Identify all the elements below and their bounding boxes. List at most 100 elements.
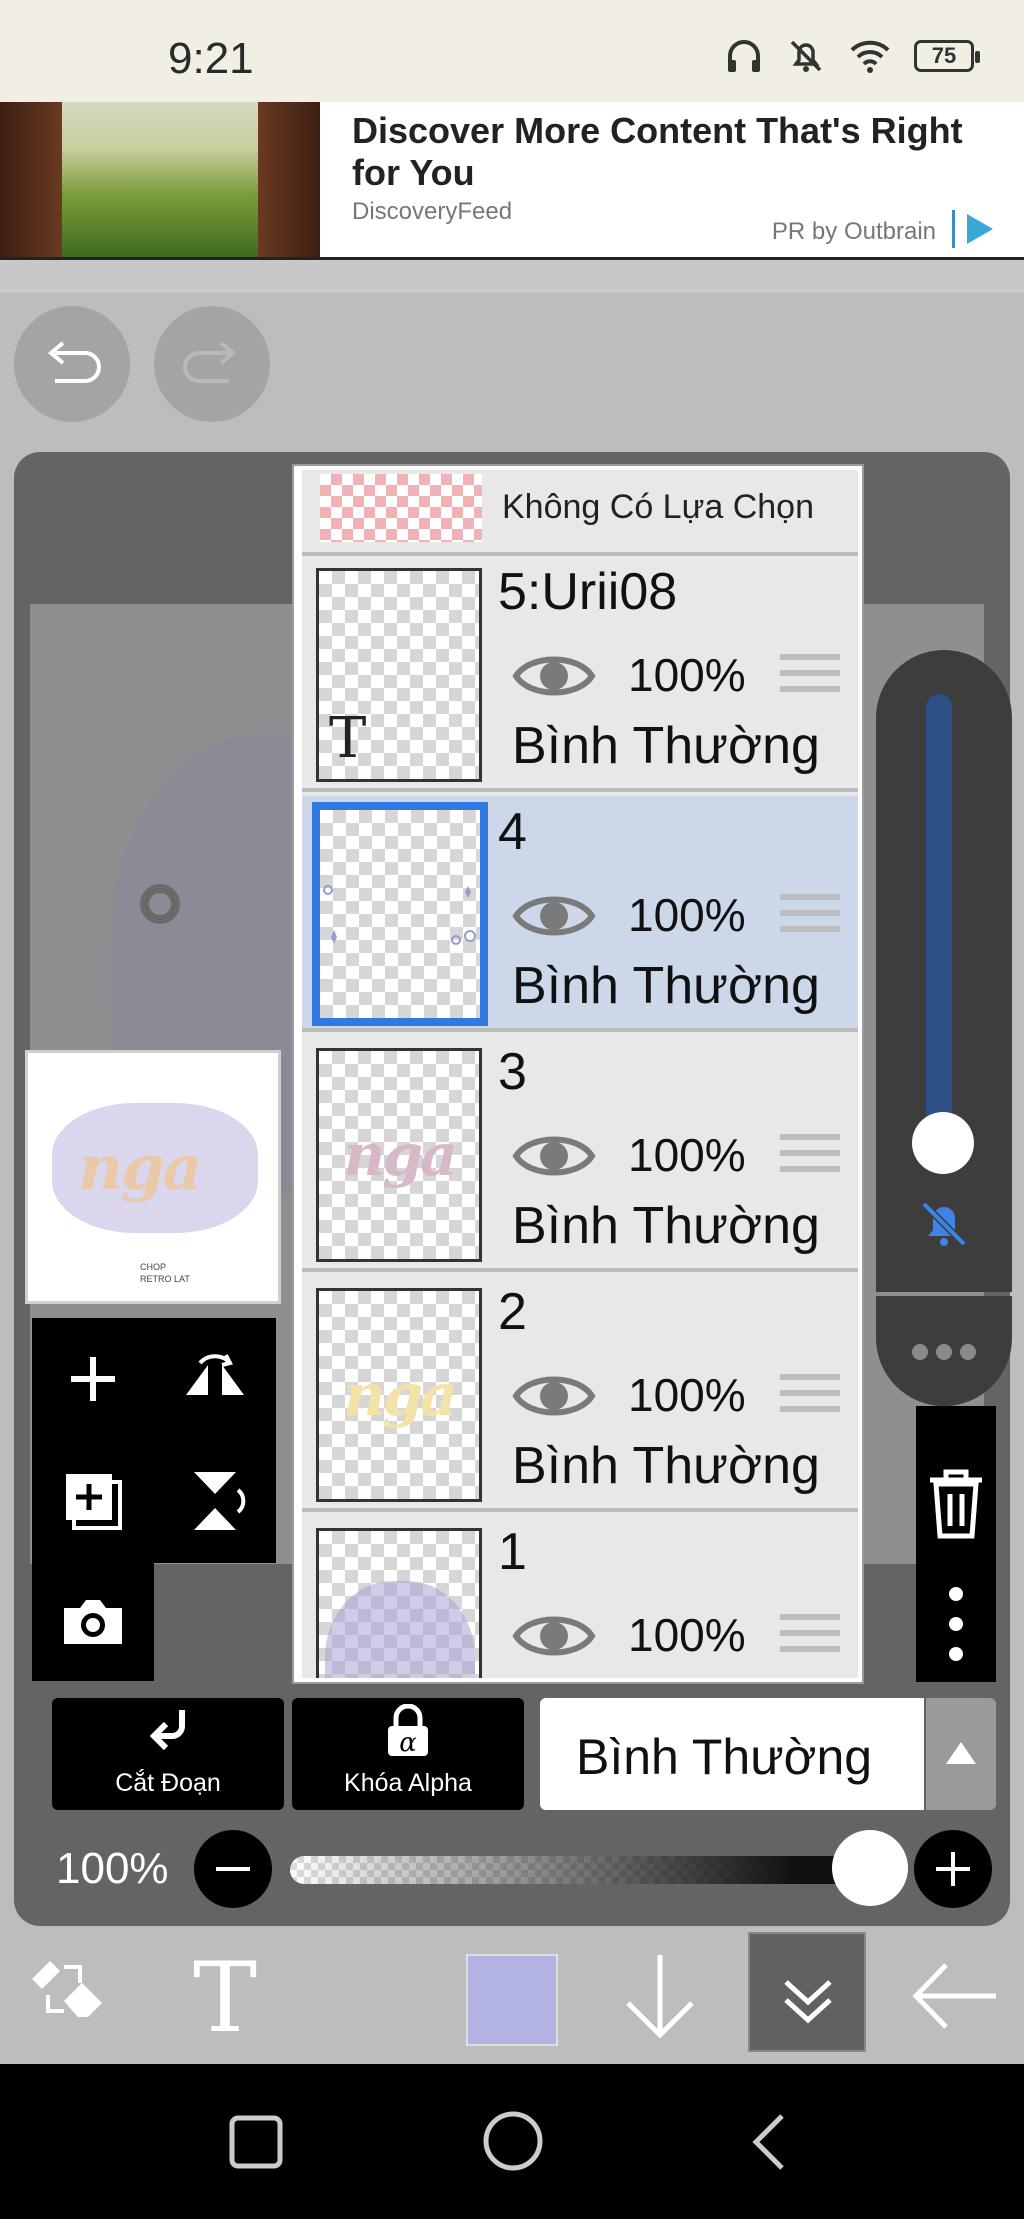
opacity-value: 100%: [56, 1844, 169, 1893]
vertical-slider-knob[interactable]: [912, 1112, 974, 1174]
drag-handle-icon[interactable]: [780, 1374, 840, 1422]
layer-thumbnail: nga: [316, 1288, 482, 1502]
right-tool-bar: [916, 1406, 996, 1682]
layer-row[interactable]: nga 2 100% Bình Thường: [302, 1276, 858, 1512]
selection-thumbnail: [320, 474, 482, 542]
layer-opacity: 100%: [628, 1609, 746, 1661]
plus-icon: [936, 1852, 970, 1886]
ad-divider: [0, 257, 1024, 293]
back-nav-icon[interactable]: [748, 2112, 788, 2172]
layer-blend-mode: Bình Thường: [512, 957, 820, 1015]
brush-eraser-tool[interactable]: [14, 1928, 124, 2064]
kebab-menu-icon[interactable]: [946, 1586, 966, 1662]
ad-source: DiscoveryFeed: [352, 198, 513, 225]
layer-opacity: 100%: [628, 649, 746, 701]
clipping-arrow-icon: [149, 1710, 185, 1751]
trash-icon[interactable]: [924, 1468, 988, 1540]
drag-handle-icon[interactable]: [780, 1134, 840, 1182]
eye-icon[interactable]: [512, 1608, 596, 1664]
move-layer-down-button[interactable]: [610, 1928, 710, 2064]
outbrain-logo-icon[interactable]: [952, 210, 1002, 248]
layer-blend-mode: Bình Thường: [512, 1197, 820, 1255]
layer-blend-mode: Bình Thường: [512, 1437, 820, 1495]
layer-thumbnail: [316, 1528, 482, 1678]
add-copy-icon: [66, 1474, 122, 1530]
layer-thumbnail: [312, 802, 488, 1026]
ad-sponsor-label[interactable]: PR by Outbrain: [772, 218, 936, 246]
redo-icon: [183, 341, 237, 383]
selection-layer-row[interactable]: Không Có Lựa Chọn: [302, 470, 858, 556]
vertical-slider-track[interactable]: [926, 694, 952, 1144]
alpha-lock-label: Khóa Alpha: [344, 1769, 472, 1797]
battery-indicator: 75: [914, 40, 980, 72]
brush-eraser-icon: [32, 1961, 102, 2017]
layer-list[interactable]: Không Có Lựa Chọn T 5:Urii08 100% Bình T…: [294, 466, 862, 1682]
layer-row[interactable]: T 5:Urii08 100% Bình Thường: [302, 556, 858, 792]
arrow-left-icon: [912, 1963, 996, 2029]
layer-row-active[interactable]: 4 100% Bình Thường: [302, 796, 858, 1032]
opacity-slider-knob[interactable]: [832, 1830, 908, 1906]
drag-handle-icon[interactable]: [780, 894, 840, 942]
ad-title[interactable]: Discover More Content That's Right for Y…: [352, 110, 1012, 194]
layer-name: 1: [498, 1523, 527, 1581]
duplicate-layer-button[interactable]: [32, 1440, 154, 1562]
blend-mode-dropdown-button[interactable]: [926, 1698, 996, 1810]
drag-handle-icon[interactable]: [780, 1614, 840, 1662]
layer-tools: [32, 1318, 276, 1563]
layer-name: 3: [498, 1043, 527, 1101]
recent-apps-icon[interactable]: [228, 2114, 284, 2170]
vertical-slider[interactable]: [876, 650, 1012, 1292]
eye-icon[interactable]: [512, 888, 596, 944]
eye-icon[interactable]: [512, 648, 596, 704]
layer-name: 5:Urii08: [498, 563, 678, 621]
layer-thumbnail: nga: [316, 1048, 482, 1262]
dot-icon: [960, 1344, 976, 1360]
layer-opacity: 100%: [628, 889, 746, 941]
clipping-button[interactable]: Cắt Đoạn: [52, 1698, 284, 1810]
canvas-preview[interactable]: nga CHOP RETRO LAT: [25, 1050, 281, 1304]
home-icon[interactable]: [482, 2110, 544, 2172]
flip-horizontal-button[interactable]: [154, 1318, 276, 1440]
layer-panel-toggle[interactable]: [748, 1932, 866, 2052]
bell-muted-icon: [790, 40, 822, 72]
camera-tool: [32, 1563, 154, 1681]
layer-opacity: 100%: [628, 1129, 746, 1181]
selection-label: Không Có Lựa Chọn: [502, 488, 814, 526]
eye-icon[interactable]: [512, 1128, 596, 1184]
alpha-lock-button[interactable]: α Khóa Alpha: [292, 1698, 524, 1810]
navigation-bar: [0, 2064, 1024, 2219]
layer-art-text: nga: [343, 1361, 457, 1429]
text-tool[interactable]: T: [170, 1928, 280, 2064]
opacity-decrease-button[interactable]: [194, 1830, 272, 1908]
camera-button[interactable]: [32, 1563, 154, 1681]
layer-thumbnail: T: [316, 568, 482, 782]
preview-art-text: nga: [78, 1131, 203, 1204]
plus-icon: [71, 1357, 115, 1401]
svg-text:T: T: [193, 1951, 257, 2041]
ad-banner[interactable]: Discover More Content That's Right for Y…: [0, 102, 1024, 257]
add-layer-button[interactable]: [32, 1318, 154, 1440]
flip-vertical-button[interactable]: [154, 1440, 276, 1562]
opacity-slider[interactable]: [290, 1856, 882, 1884]
opacity-increase-button[interactable]: [914, 1830, 992, 1908]
text-layer-icon: T: [329, 706, 367, 771]
redo-button[interactable]: [154, 306, 270, 422]
back-button[interactable]: [900, 1928, 1010, 2064]
eye-icon[interactable]: [512, 1368, 596, 1424]
layer-blend-mode: Bình Thường: [512, 717, 820, 775]
bell-muted-icon[interactable]: [916, 1196, 972, 1252]
drag-handle-icon[interactable]: [780, 654, 840, 702]
layer-art-text: nga: [343, 1121, 457, 1189]
svg-text:α: α: [399, 1728, 417, 1758]
current-color-swatch[interactable]: [466, 1954, 558, 2046]
blend-mode-select[interactable]: Bình Thường: [540, 1698, 924, 1810]
undo-icon: [47, 341, 101, 383]
triangle-up-icon: [946, 1742, 976, 1764]
dot-icon: [912, 1344, 928, 1360]
layer-row[interactable]: 1 100%: [302, 1516, 858, 1678]
clock: 9:21: [168, 34, 254, 83]
layer-row[interactable]: nga 3 100% Bình Thường: [302, 1036, 858, 1272]
lock-alpha-icon: α: [388, 1704, 428, 1758]
undo-button[interactable]: [14, 306, 130, 422]
ad-image[interactable]: [0, 102, 320, 257]
